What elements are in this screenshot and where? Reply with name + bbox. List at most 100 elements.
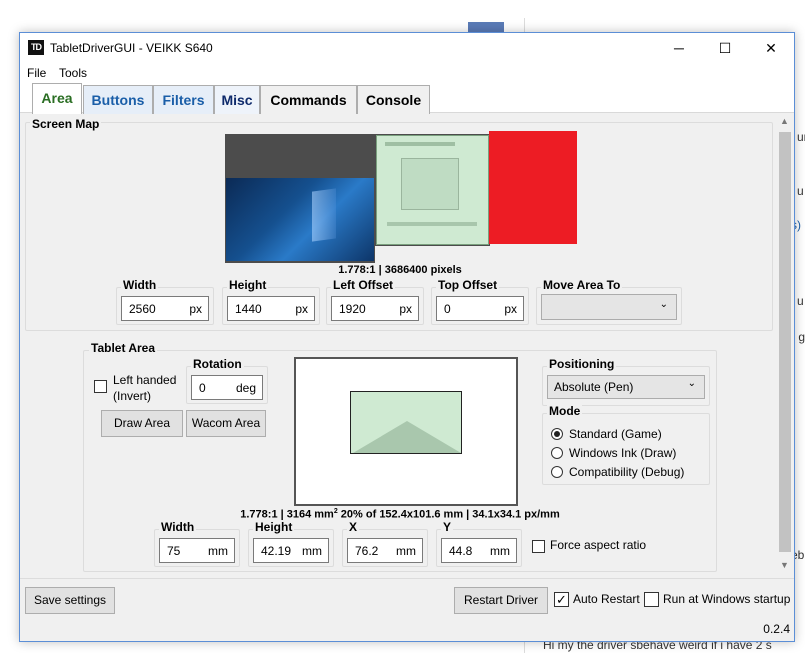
tablet-width-value: 75 [167,544,181,558]
tablet-height-input[interactable]: 42.19 mm [253,538,329,563]
vertical-scrollbar[interactable]: ▲ ▼ [776,114,794,576]
tab-area[interactable]: Area [32,83,82,115]
tablet-y-box: Y 44.8 mm [436,520,522,567]
screen-height-input[interactable]: 1440 px [227,296,315,321]
tab-filters[interactable]: Filters [153,85,214,114]
maximize-button[interactable]: ☐ [702,33,748,63]
tablet-width-input[interactable]: 75 mm [159,538,235,563]
screen-height-unit: px [295,302,308,316]
screen-width-input[interactable]: 2560 px [121,296,209,321]
mode-windows-ink-radio[interactable] [551,447,563,459]
left-offset-box: Left Offset 1920 px [326,278,424,325]
scroll-up-icon[interactable]: ▲ [780,116,789,126]
chevron-down-icon: ⌄ [687,378,696,389]
tablet-x-label: X [347,520,360,534]
mode-label: Mode [547,404,583,418]
scroll-down-icon[interactable]: ▼ [780,560,789,570]
mode-compatibility-radio[interactable] [551,466,563,478]
rotation-input[interactable]: 0 deg [191,375,263,400]
mode-box: Mode Standard (Game) Windows Ink (Draw) … [542,404,710,485]
top-offset-label: Top Offset [436,278,500,292]
auto-restart-checkbox[interactable]: ✓ [554,592,569,607]
mode-windows-ink-label[interactable]: Windows Ink (Draw) [569,446,676,460]
left-handed-checkbox[interactable] [94,380,107,393]
screen-width-unit: px [189,302,202,316]
screen-map-title: Screen Map [30,117,102,131]
status-bar: 0.2.4 [20,615,794,641]
rotation-value: 0 [199,381,206,395]
menu-file[interactable]: File [27,66,46,80]
mode-standard-radio[interactable] [551,428,563,440]
tablet-mapped-area [350,391,462,454]
rotation-unit: deg [235,381,256,395]
tablet-area-canvas[interactable] [294,357,518,506]
left-offset-unit: px [399,302,412,316]
top-offset-input[interactable]: 0 px [436,296,524,321]
positioning-box: Positioning Absolute (Pen) ⌄ [542,357,710,406]
menu-tools[interactable]: Tools [59,66,87,80]
tablet-info-suffix: 20% of 152.4x101.6 mm | 34.1x34.1 px/mm [337,508,560,521]
tab-buttons[interactable]: Buttons [83,85,153,114]
positioning-select[interactable]: Absolute (Pen) ⌄ [547,375,705,399]
tablet-height-box: Height 42.19 mm [248,520,334,567]
tablet-orientation-marker [353,421,461,453]
positioning-value: Absolute (Pen) [554,380,634,394]
footer-bar: Save settings Restart Driver ✓ Auto Rest… [20,578,794,614]
tablet-width-box: Width 75 mm [154,520,240,567]
run-startup-checkbox[interactable] [644,592,659,607]
title-bar: TD TabletDriverGUI - VEIKK S640 ─ ☐ ✕ [20,33,794,63]
tablet-area-info: 1.778:1 | 3164 mm2 20% of 152.4x101.6 mm… [20,508,780,521]
tablet-y-label: Y [441,520,454,534]
force-aspect-label[interactable]: Force aspect ratio [550,538,646,552]
left-handed-label[interactable]: Left handed (Invert) [113,372,176,404]
scrollbar-thumb[interactable] [779,132,791,552]
move-area-select[interactable]: ⌄ [541,294,677,320]
screen-height-value: 1440 [235,302,262,316]
move-area-label: Move Area To [541,278,623,292]
tablet-y-input[interactable]: 44.8 mm [441,538,517,563]
screen-map-canvas[interactable] [225,131,577,263]
tablet-x-input[interactable]: 76.2 mm [347,538,423,563]
top-offset-box: Top Offset 0 px [431,278,529,325]
tablet-height-unit: mm [302,544,322,558]
restart-driver-button[interactable]: Restart Driver [454,587,548,614]
menu-bar: File Tools [20,63,794,83]
tablet-info-prefix: 1.778:1 | 3164 mm [240,508,334,521]
close-button[interactable]: ✕ [748,33,794,63]
positioning-label: Positioning [547,357,617,371]
tab-commands[interactable]: Commands [260,85,357,114]
save-settings-button[interactable]: Save settings [25,587,115,614]
app-icon: TD [28,40,44,55]
screen-width-box: Width 2560 px [116,278,214,325]
rotation-box: Rotation 0 deg [186,357,268,404]
run-startup-label[interactable]: Run at Windows startup [663,592,790,606]
tablet-y-value: 44.8 [449,544,473,558]
mode-compatibility-label[interactable]: Compatibility (Debug) [569,465,684,479]
tab-bar: Area Buttons Filters Misc Commands Conso… [20,83,794,115]
screen-content-line [385,142,455,146]
screen-content-window [401,158,459,210]
tablet-area-title: Tablet Area [89,341,158,355]
wacom-area-button[interactable]: Wacom Area [186,410,266,437]
top-offset-unit: px [504,302,517,316]
rotation-label: Rotation [191,357,244,371]
monitor-1-wallpaper [226,178,374,261]
background-text: u [797,184,804,198]
tab-console[interactable]: Console [357,85,430,114]
auto-restart-label[interactable]: Auto Restart [573,592,640,606]
screen-content-line [387,222,477,226]
left-offset-input[interactable]: 1920 px [331,296,419,321]
minimize-button[interactable]: ─ [656,33,702,63]
tab-misc[interactable]: Misc [214,85,260,114]
tablet-x-unit: mm [396,544,416,558]
monitor-1 [225,134,375,263]
draw-area-button[interactable]: Draw Area [101,410,183,437]
force-aspect-checkbox[interactable] [532,540,545,553]
tablet-height-label: Height [253,520,295,534]
screen-map-info: 1.778:1 | 3686400 pixels [338,264,462,276]
screen-width-value: 2560 [129,302,156,316]
mode-standard-label[interactable]: Standard (Game) [569,427,662,441]
monitor-3 [489,131,577,244]
tablet-x-value: 76.2 [355,544,379,558]
version-label: 0.2.4 [763,622,790,636]
